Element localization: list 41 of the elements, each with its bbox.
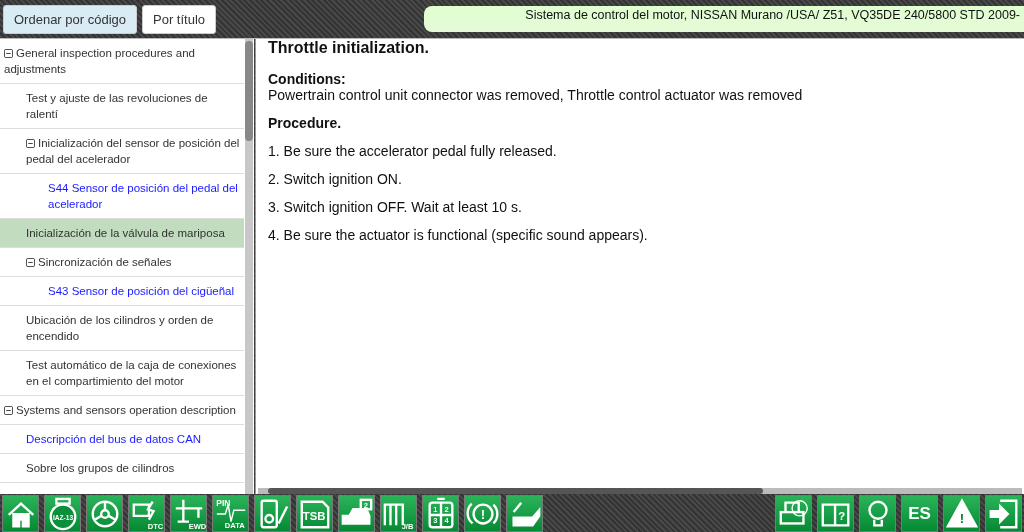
toolbar-button[interactable]: ! [943, 495, 980, 532]
collapse-icon[interactable] [4, 49, 13, 58]
toolbar-button[interactable] [985, 495, 1022, 532]
tree-item[interactable]: Systems and sensors operation description [0, 396, 244, 425]
collapse-icon[interactable] [4, 406, 13, 415]
toolbar-button[interactable] [254, 495, 291, 532]
toolbar-button[interactable] [2, 495, 39, 532]
toolbar-button[interactable]: J/B [380, 495, 417, 532]
tree-item[interactable]: Inicialización del sensor de posición del pedal del acelerador [0, 129, 244, 174]
toolbar-button[interactable]: TSB [296, 495, 333, 532]
tree-item[interactable]: Descripción del bus de datos CAN [0, 425, 244, 454]
toolbar-button[interactable] [859, 495, 896, 532]
tree-item[interactable]: General inspection procedures and adjustments [0, 39, 244, 84]
tree-item[interactable]: Test automático de la caja de conexiones en el compartimiento del motor [0, 351, 244, 396]
collapse-icon[interactable] [26, 258, 35, 267]
scrollbar[interactable] [245, 39, 253, 494]
conditions-text: Powertrain control unit connector was removed, Throttle control actuator was removed [268, 87, 804, 103]
toolbar-button[interactable] [775, 495, 812, 532]
toolbar-button[interactable]: DTC [128, 495, 165, 532]
tree-item[interactable]: S43 Sensor de posición del cigüeñal [0, 277, 244, 306]
collapse-icon[interactable] [26, 139, 35, 148]
tree-item[interactable]: Test y ajuste de las revoluciones de ralentí [0, 84, 244, 129]
vehicle-info-bar: Sistema de control del motor, NISSAN Murano /USA/ Z51, VQ35DE 240/5800 STD 2009- [424, 6, 1024, 32]
toolbar-button[interactable]: 1 2 3 4 [422, 495, 459, 532]
sort-button[interactable]: Por título [142, 4, 217, 34]
section-heading: Conditions: [268, 71, 347, 87]
procedure-step: 4. Be sure the actuator is functional (specific sound appears). [268, 227, 1012, 243]
document-title: Throttle initialization. [268, 39, 430, 57]
procedure-step: 2. Switch ignition ON. [268, 171, 1012, 187]
scrollbar[interactable] [258, 488, 1022, 494]
section-heading: Procedure. [268, 115, 343, 131]
toolbar-button[interactable]: PIN DATA [212, 495, 249, 532]
toolbar-button[interactable]: EWD [170, 495, 207, 532]
procedure-step: 1. Be sure the accelerator pedal fully released. [268, 143, 1012, 159]
sort-button[interactable]: Ordenar por código [3, 4, 137, 34]
tree-item[interactable]: Inicialización de la válvula de mariposa [0, 219, 244, 248]
tree-item[interactable]: Sincronización de señales [0, 248, 244, 277]
toolbar-button[interactable] [86, 495, 123, 532]
tree-item[interactable]: Sobre los grupos de cilindros [0, 454, 244, 483]
procedure-step: 3. Switch ignition OFF. Wait at least 10 s. [268, 199, 1012, 215]
tree-item[interactable]: Ubicación de los cilindros y orden de encendido [0, 306, 244, 351]
